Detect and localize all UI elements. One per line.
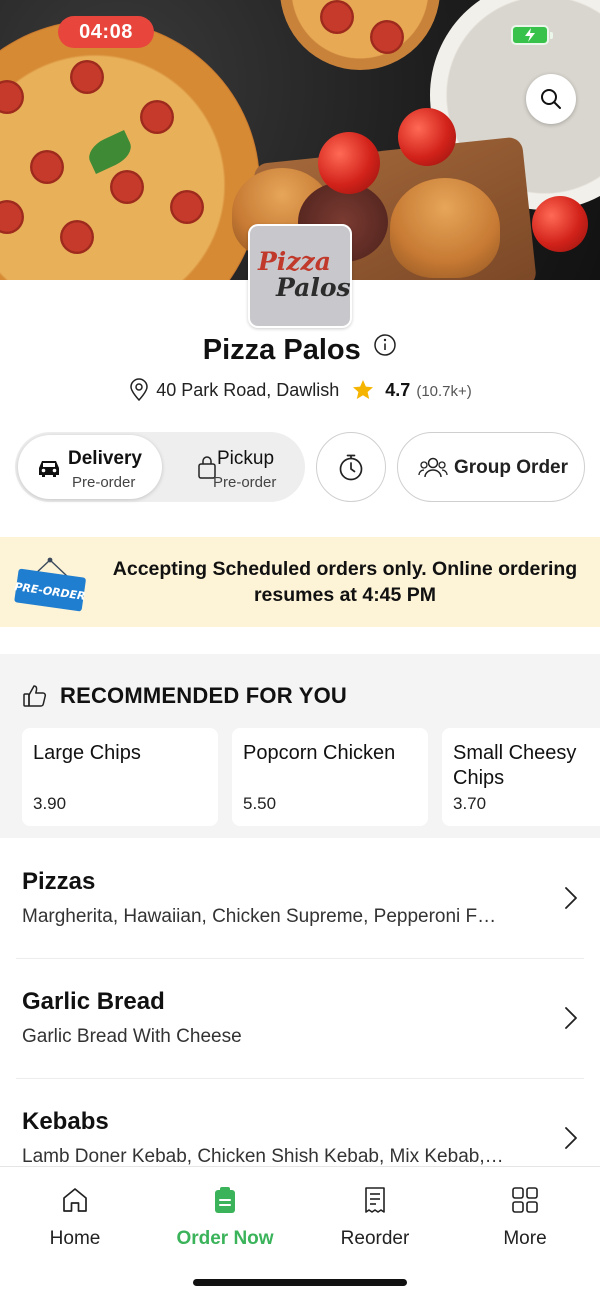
recommended-item-card[interactable]: Large Chips 3.90 bbox=[22, 728, 218, 826]
search-icon bbox=[541, 89, 561, 109]
item-name: Popcorn Chicken bbox=[243, 742, 396, 764]
category-name: Kebabs bbox=[22, 1108, 109, 1135]
banner-message: Accepting Scheduled orders only. Online … bbox=[112, 558, 578, 606]
recommended-section: RECOMMENDED FOR YOU Large Chips 3.90 Pop… bbox=[0, 654, 600, 838]
preorder-banner: PRE-ORDER Accepting Scheduled orders onl… bbox=[0, 537, 600, 627]
category-row[interactable]: Pizzas Margherita, Hawaiian, Chicken Sup… bbox=[0, 838, 600, 958]
home-icon bbox=[63, 1188, 87, 1212]
search-button[interactable] bbox=[526, 74, 576, 124]
pickup-label: Pickup bbox=[217, 448, 275, 469]
tomato-image bbox=[398, 108, 456, 166]
timer-icon bbox=[339, 454, 363, 481]
recommended-item-card[interactable]: Small Cheesy Chips 3.70 bbox=[442, 728, 600, 826]
delivery-option[interactable]: Delivery Pre-order bbox=[18, 435, 162, 499]
group-order-label: Group Order bbox=[454, 457, 569, 478]
tomato-image bbox=[532, 196, 588, 252]
item-name: Large Chips bbox=[33, 742, 141, 764]
tab-home[interactable]: Home bbox=[0, 1185, 150, 1250]
chevron-right-icon bbox=[565, 887, 577, 909]
receipt-icon bbox=[365, 1187, 385, 1213]
order-mode-toggle: Delivery Pre-order Pickup Pre-order bbox=[15, 432, 305, 502]
burger-image bbox=[390, 178, 500, 278]
item-name: Small Cheesy Chips bbox=[453, 742, 577, 789]
review-count: (10.7k+) bbox=[416, 382, 472, 400]
svg-text:Pizza: Pizza bbox=[257, 247, 331, 276]
order-icon bbox=[215, 1187, 235, 1213]
group-order-button[interactable]: Group Order bbox=[397, 432, 585, 502]
category-name: Pizzas bbox=[22, 868, 96, 895]
chevron-right-icon bbox=[565, 1007, 577, 1029]
battery-charging-icon bbox=[511, 25, 553, 45]
category-items: Lamb Doner Kebab, Chicken Shish Kebab, M… bbox=[22, 1146, 504, 1166]
schedule-button[interactable] bbox=[316, 432, 386, 502]
preorder-sign-icon: PRE-ORDER bbox=[14, 557, 86, 612]
tab-label: More bbox=[503, 1228, 547, 1249]
svg-text:Palos: Palos bbox=[275, 273, 350, 302]
status-time: 04:08 bbox=[58, 16, 154, 48]
recommended-item-card[interactable]: Popcorn Chicken 5.50 bbox=[232, 728, 428, 826]
category-row[interactable]: Kebabs Lamb Doner Kebab, Chicken Shish K… bbox=[0, 1078, 600, 1166]
restaurant-address: 40 Park Road, Dawlish bbox=[156, 379, 340, 400]
category-items: Garlic Bread With Cheese bbox=[22, 1026, 242, 1047]
tab-label: Reorder bbox=[340, 1228, 410, 1249]
category-name: Garlic Bread bbox=[22, 988, 165, 1015]
grid-icon bbox=[512, 1187, 538, 1213]
category-row[interactable]: Garlic Bread Garlic Bread With Cheese bbox=[0, 958, 600, 1078]
tab-label: Home bbox=[49, 1228, 101, 1249]
item-price: 3.70 bbox=[453, 794, 487, 813]
category-items: Margherita, Hawaiian, Chicken Supreme, P… bbox=[22, 906, 497, 927]
recommended-title: RECOMMENDED FOR YOU bbox=[60, 683, 347, 708]
delivery-label: Delivery bbox=[68, 448, 142, 469]
rating-value: 4.7 bbox=[385, 379, 411, 400]
item-price: 5.50 bbox=[243, 794, 277, 813]
item-price: 3.90 bbox=[33, 794, 67, 813]
tab-order-now[interactable]: Order Now bbox=[150, 1185, 300, 1250]
pizza-image bbox=[280, 0, 440, 70]
restaurant-logo: Pizza Palos bbox=[248, 224, 352, 328]
delivery-sublabel: Pre-order bbox=[72, 474, 136, 491]
chevron-right-icon bbox=[565, 1127, 577, 1149]
tab-label: Order Now bbox=[176, 1228, 274, 1249]
group-icon bbox=[418, 457, 448, 478]
tab-more[interactable]: More bbox=[450, 1185, 600, 1250]
home-indicator bbox=[193, 1279, 407, 1286]
restaurant-name: Pizza Palos bbox=[202, 334, 361, 366]
tab-reorder[interactable]: Reorder bbox=[300, 1185, 450, 1250]
pickup-sublabel: Pre-order bbox=[213, 474, 277, 491]
tomato-image bbox=[318, 132, 380, 194]
star-icon bbox=[353, 380, 374, 399]
info-icon[interactable] bbox=[373, 333, 397, 362]
pickup-option[interactable]: Pickup Pre-order bbox=[165, 435, 302, 499]
car-icon bbox=[39, 461, 59, 477]
location-pin-icon bbox=[130, 378, 148, 402]
thumbs-up-icon bbox=[23, 685, 47, 707]
